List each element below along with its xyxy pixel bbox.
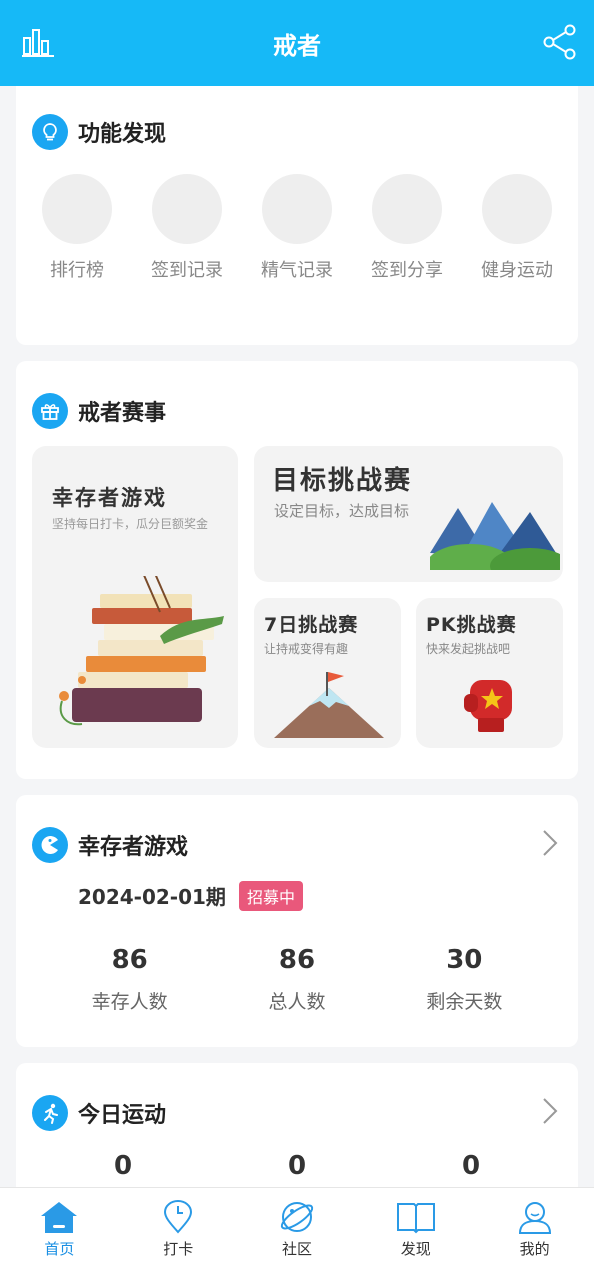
location-clock-icon <box>164 1200 193 1234</box>
exercise-title: 今日运动 <box>78 1103 167 1128</box>
feature-fitness[interactable]: 健身运动 <box>464 174 570 282</box>
tab-discover[interactable]: 发现 <box>356 1188 475 1280</box>
gift-icon <box>32 393 68 429</box>
stat-label: 幸存人数 <box>91 991 168 1013</box>
essence-record-icon <box>262 174 332 244</box>
tab-checkin[interactable]: 打卡 <box>119 1188 238 1280</box>
stat-label: 总人数 <box>268 991 326 1013</box>
app-header: 戒者 <box>0 0 594 86</box>
exercise-stat: 0 <box>36 1151 210 1181</box>
open-book-icon <box>396 1203 435 1234</box>
stat-label: 剩余天数 <box>426 991 503 1013</box>
game-header: 幸存者游戏 <box>32 827 188 863</box>
stat-value: 0 <box>113 1151 133 1181</box>
pk-tile-title: PK挑战赛 <box>426 614 517 636</box>
chevron-right-icon[interactable] <box>542 829 558 857</box>
pacman-icon <box>32 827 68 863</box>
stat-value: 86 <box>111 945 148 975</box>
feature-label: 精气记录 <box>261 260 333 281</box>
goal-tile-subtitle: 设定目标，达成目标 <box>274 502 410 520</box>
feature-label: 签到分享 <box>371 260 443 281</box>
tab-label: 首页 <box>44 1240 75 1258</box>
book-stack-illustration <box>59 576 224 726</box>
features-title: 功能发现 <box>78 122 167 147</box>
goal-challenge-tile[interactable]: 目标挑战赛 设定目标，达成目标 <box>254 446 563 582</box>
seven-tile-subtitle: 让持戒变得有趣 <box>264 642 349 656</box>
game-title: 幸存者游戏 <box>78 835 189 860</box>
tab-label: 我的 <box>519 1240 550 1258</box>
pk-tile-subtitle: 快来发起挑战吧 <box>426 642 511 656</box>
summit-flag-illustration <box>274 672 384 738</box>
mountain-illustration <box>430 502 560 570</box>
tab-label: 社区 <box>281 1240 312 1258</box>
checkin-record-icon <box>152 174 222 244</box>
game-stats: 86 幸存人数 86 总人数 30 剩余天数 <box>16 945 578 1014</box>
stat-value: 0 <box>287 1151 307 1181</box>
seven-tile-title: 7日挑战赛 <box>264 614 359 636</box>
leaderboard-icon <box>42 174 112 244</box>
events-header: 戒者赛事 <box>32 393 166 429</box>
chevron-right-icon[interactable] <box>542 1097 558 1125</box>
goal-tile-title: 目标挑战赛 <box>272 466 413 496</box>
seven-day-challenge-tile[interactable]: 7日挑战赛 让持戒变得有趣 <box>254 598 401 748</box>
lightbulb-icon <box>32 114 68 150</box>
boxing-glove-illustration <box>464 680 512 732</box>
share-button[interactable] <box>542 22 578 62</box>
exercise-stat: 0 <box>384 1151 558 1181</box>
stat-total: 86 总人数 <box>213 945 380 1014</box>
tab-profile[interactable]: 我的 <box>475 1188 594 1280</box>
stats-button[interactable] <box>20 22 56 62</box>
survivor-tile-title: 幸存者游戏 <box>52 486 167 510</box>
bottom-tab-bar: 首页 打卡 社区 发现 我的 <box>0 1187 594 1280</box>
tab-community[interactable]: 社区 <box>238 1188 357 1280</box>
survivor-game-card[interactable]: 幸存者游戏 2024-02-01期 招募中 86 幸存人数 86 总人数 30 … <box>16 795 578 1047</box>
exercise-stats: 0 0 0 <box>16 1151 578 1181</box>
features-card: 功能发现 排行榜 签到记录 精气记录 签到分享 健身运动 <box>16 86 578 345</box>
stat-survivors: 86 幸存人数 <box>46 945 213 1014</box>
survivor-tile-subtitle: 坚持每日打卡，瓜分巨额奖金 <box>52 517 209 531</box>
events-title: 戒者赛事 <box>78 401 167 426</box>
share-icon <box>543 24 576 60</box>
feature-label: 健身运动 <box>481 260 553 281</box>
fitness-icon <box>482 174 552 244</box>
checkin-share-icon <box>372 174 442 244</box>
home-icon <box>41 1202 78 1233</box>
bar-chart-icon <box>22 29 54 57</box>
tab-home[interactable]: 首页 <box>0 1188 119 1280</box>
pk-challenge-tile[interactable]: PK挑战赛 快来发起挑战吧 <box>416 598 563 748</box>
feature-label: 排行榜 <box>50 260 104 281</box>
tab-label: 打卡 <box>163 1240 194 1258</box>
events-card: 戒者赛事 幸存者游戏 坚持每日打卡，瓜分巨额奖金 目标挑战赛 设定目标，达成目标 <box>16 361 578 779</box>
game-period: 2024-02-01期 <box>78 885 226 909</box>
stat-value: 30 <box>446 945 483 975</box>
feature-leaderboard[interactable]: 排行榜 <box>24 174 130 282</box>
feature-label: 签到记录 <box>151 260 223 281</box>
exercise-header: 今日运动 <box>32 1095 166 1131</box>
features-header: 功能发现 <box>32 114 166 150</box>
stat-value: 0 <box>461 1151 481 1181</box>
feature-checkin-record[interactable]: 签到记录 <box>134 174 240 282</box>
feature-essence-record[interactable]: 精气记录 <box>244 174 350 282</box>
user-icon <box>518 1202 551 1234</box>
running-icon <box>32 1095 68 1131</box>
feature-list: 排行榜 签到记录 精气记录 签到分享 健身运动 <box>24 174 570 282</box>
exercise-stat: 0 <box>210 1151 384 1181</box>
page-title: 戒者 <box>273 31 321 60</box>
planet-icon <box>280 1202 314 1232</box>
survivor-game-tile[interactable]: 幸存者游戏 坚持每日打卡，瓜分巨额奖金 <box>32 446 238 748</box>
status-badge: 招募中 <box>239 881 304 911</box>
stat-value: 86 <box>278 945 316 975</box>
tab-label: 发现 <box>400 1240 431 1258</box>
stat-days-left: 30 剩余天数 <box>381 945 548 1014</box>
feature-checkin-share[interactable]: 签到分享 <box>354 174 460 282</box>
